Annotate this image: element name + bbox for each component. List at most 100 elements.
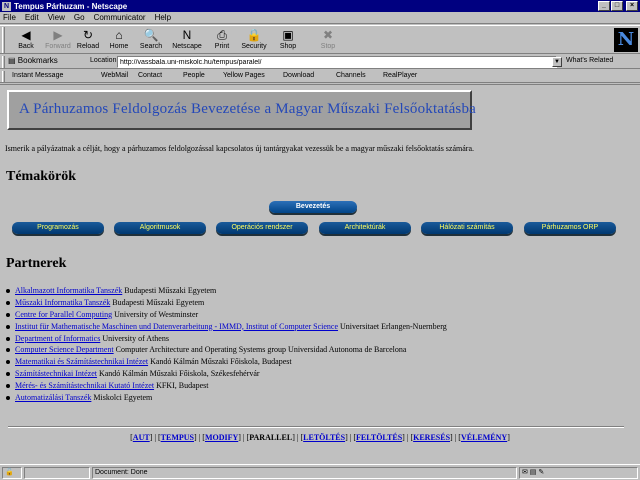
topic-button-parhuzamos-orp[interactable]: Párhuzamos ORP bbox=[524, 222, 616, 234]
channels-button[interactable]: Channels bbox=[336, 72, 366, 79]
status-bar: 🔓 Document: Done ✉ ▤ ✎ bbox=[0, 464, 640, 480]
partner-institution: Miskolci Egyetem bbox=[91, 393, 153, 403]
menu-edit[interactable]: Edit bbox=[25, 13, 39, 22]
location-toolbar: ▤ Bookmarks Location: ▼ What's Related bbox=[0, 55, 640, 69]
partner-item: Matematikai és Számítástechnikai Intézet… bbox=[4, 356, 604, 368]
location-dropdown-icon[interactable]: ▼ bbox=[552, 57, 562, 67]
partner-institution: Computer Architecture and Operating Syst… bbox=[113, 345, 407, 355]
footer-link-7[interactable]: VÉLEMÉNY bbox=[461, 433, 507, 442]
forward-arrow-icon: ▶ bbox=[53, 28, 63, 42]
partner-link[interactable]: Institut für Mathematische Maschinen und… bbox=[15, 322, 338, 331]
people-button[interactable]: People bbox=[183, 72, 205, 79]
location-label: Location: bbox=[90, 57, 119, 64]
divider bbox=[8, 426, 624, 428]
menu-help[interactable]: Help bbox=[155, 13, 171, 22]
partner-link[interactable]: Department of Informatics bbox=[15, 334, 100, 343]
partner-link[interactable]: Mérés- és Számítástechnikai Kutató Intéz… bbox=[15, 381, 154, 390]
forward-button[interactable]: ▶ Forward bbox=[42, 27, 74, 53]
partner-link[interactable]: Automatizálási Tanszék bbox=[15, 393, 91, 402]
reload-icon: ↻ bbox=[82, 28, 94, 42]
footer-link-3: PARALLEL bbox=[249, 433, 293, 442]
maximize-button[interactable]: □ bbox=[611, 1, 623, 11]
partner-institution: Universitaet Erlangen-Nuernberg bbox=[338, 321, 447, 331]
close-button[interactable]: × bbox=[626, 1, 638, 11]
netscape-logo-icon[interactable]: N bbox=[614, 28, 638, 52]
partner-link[interactable]: Műszaki Informatika Tanszék bbox=[15, 298, 110, 307]
netscape-button[interactable]: N Netscape bbox=[171, 27, 203, 53]
partner-link[interactable]: Matematikai és Számítástechnikai Intézet bbox=[15, 357, 148, 366]
instant-message-button[interactable]: Instant Message bbox=[12, 72, 63, 79]
location-grip[interactable] bbox=[2, 56, 5, 68]
topic-button-bevezetes[interactable]: Bevezetés bbox=[269, 201, 357, 213]
partner-item: Department of Informatics University of … bbox=[4, 333, 604, 345]
footer-link-4[interactable]: LETÖLTÉS bbox=[303, 433, 345, 442]
partner-institution: University of Athens bbox=[100, 333, 169, 343]
back-arrow-icon: ◀ bbox=[21, 28, 31, 42]
toolbar-grip[interactable] bbox=[2, 27, 5, 53]
download-button[interactable]: Download bbox=[283, 72, 314, 79]
search-button[interactable]: 🔍 Search bbox=[135, 27, 167, 53]
topic-button-algoritmusok[interactable]: Algoritmusok bbox=[114, 222, 206, 234]
shop-button[interactable]: ▣ Shop bbox=[272, 27, 304, 53]
navigation-toolbar: ◀ Back ▶ Forward ↻ Reload ⌂ Home 🔍 Search N Netscap… bbox=[0, 25, 640, 54]
page-content[interactable]: A Párhuzamos Feldolgozás Bevezetése a Ma… bbox=[0, 84, 640, 463]
minimize-button[interactable]: _ bbox=[598, 1, 610, 11]
footer-link-0[interactable]: AUT bbox=[133, 433, 150, 442]
reload-button[interactable]: ↻ Reload bbox=[72, 27, 104, 53]
toolbar-button-label: Back bbox=[18, 43, 34, 50]
partner-institution: University of Westminster bbox=[112, 309, 199, 319]
title-bar: N Tempus Párhuzam - Netscape _ □ × bbox=[0, 0, 640, 12]
personal-grip[interactable] bbox=[2, 71, 5, 82]
topic-button-operacios-rendszer[interactable]: Operációs rendszer bbox=[216, 222, 308, 234]
webmail-button[interactable]: WebMail bbox=[101, 72, 128, 79]
partner-item: Institut für Mathematische Maschinen und… bbox=[4, 321, 604, 333]
menu-file[interactable]: File bbox=[3, 13, 16, 22]
partner-link[interactable]: Centre for Parallel Computing bbox=[15, 310, 112, 319]
print-button[interactable]: ⎙ Print bbox=[206, 27, 238, 53]
stop-button[interactable]: ✖ Stop bbox=[312, 27, 344, 53]
realplayer-button[interactable]: RealPlayer bbox=[383, 72, 417, 79]
toolbar-button-label: Shop bbox=[279, 43, 297, 50]
partner-item: Centre for Parallel Computing University… bbox=[4, 309, 604, 321]
yellow-pages-button[interactable]: Yellow Pages bbox=[223, 72, 265, 79]
netscape-icon: N bbox=[182, 28, 192, 42]
personal-toolbar: Instant Message WebMail Contact People Y… bbox=[0, 70, 640, 83]
netscape-app-icon: N bbox=[2, 1, 11, 11]
menu-go[interactable]: Go bbox=[74, 13, 85, 22]
footer-link-1[interactable]: TEMPUS bbox=[161, 433, 194, 442]
menu-view[interactable]: View bbox=[48, 13, 65, 22]
progress-bar bbox=[24, 467, 90, 479]
security-button[interactable]: 🔒 Security bbox=[238, 27, 270, 53]
security-status-icon[interactable]: 🔓 bbox=[2, 467, 22, 479]
topic-button-architekturak[interactable]: Architektúrák bbox=[319, 222, 411, 234]
menu-communicator[interactable]: Communicator bbox=[94, 13, 146, 22]
partner-link[interactable]: Számítástechnikai Intézet bbox=[15, 369, 97, 378]
topic-button-halozati-szamitas[interactable]: Hálózati számítás bbox=[421, 222, 513, 234]
bookmarks-button[interactable]: ▤ Bookmarks bbox=[8, 56, 58, 65]
status-text: Document: Done bbox=[92, 467, 517, 479]
footer-link-2[interactable]: MODIFY bbox=[205, 433, 238, 442]
print-icon: ⎙ bbox=[217, 28, 227, 42]
intro-text: Ismerik a pályázatnak a célját, hogy a p… bbox=[5, 144, 475, 153]
stop-icon: ✖ bbox=[322, 28, 334, 42]
lock-icon: 🔒 bbox=[246, 28, 262, 42]
location-input[interactable] bbox=[117, 56, 557, 68]
partners-heading: Partnerek bbox=[6, 256, 67, 271]
back-button[interactable]: ◀ Back bbox=[10, 27, 42, 53]
footer-link-6[interactable]: KERESÉS bbox=[413, 433, 450, 442]
page-title: A Párhuzamos Feldolgozás Bevezetése a Ma… bbox=[19, 101, 477, 117]
page-banner: A Párhuzamos Feldolgozás Bevezetése a Ma… bbox=[7, 90, 476, 130]
footer-nav: [AUT] | [TEMPUS] | [MODIFY] | [PARALLEL]… bbox=[130, 433, 510, 442]
partner-link[interactable]: Alkalmazott Informatika Tanszék bbox=[15, 286, 122, 295]
partners-list: Alkalmazott Informatika Tanszék Budapest… bbox=[4, 285, 604, 404]
partner-institution: Budapesti Műszaki Egyetem bbox=[122, 286, 217, 295]
whats-related-button[interactable]: What's Related bbox=[566, 57, 613, 64]
partner-link[interactable]: Computer Science Department bbox=[15, 345, 114, 354]
contact-button[interactable]: Contact bbox=[138, 72, 162, 79]
component-bar[interactable]: ✉ ▤ ✎ bbox=[519, 467, 638, 479]
footer-link-5[interactable]: FELTÖLTÉS bbox=[356, 433, 402, 442]
toolbar-button-label: Search bbox=[139, 43, 163, 50]
home-button[interactable]: ⌂ Home bbox=[103, 27, 135, 53]
topic-button-programozas[interactable]: Programozás bbox=[12, 222, 104, 234]
home-icon: ⌂ bbox=[115, 28, 123, 42]
